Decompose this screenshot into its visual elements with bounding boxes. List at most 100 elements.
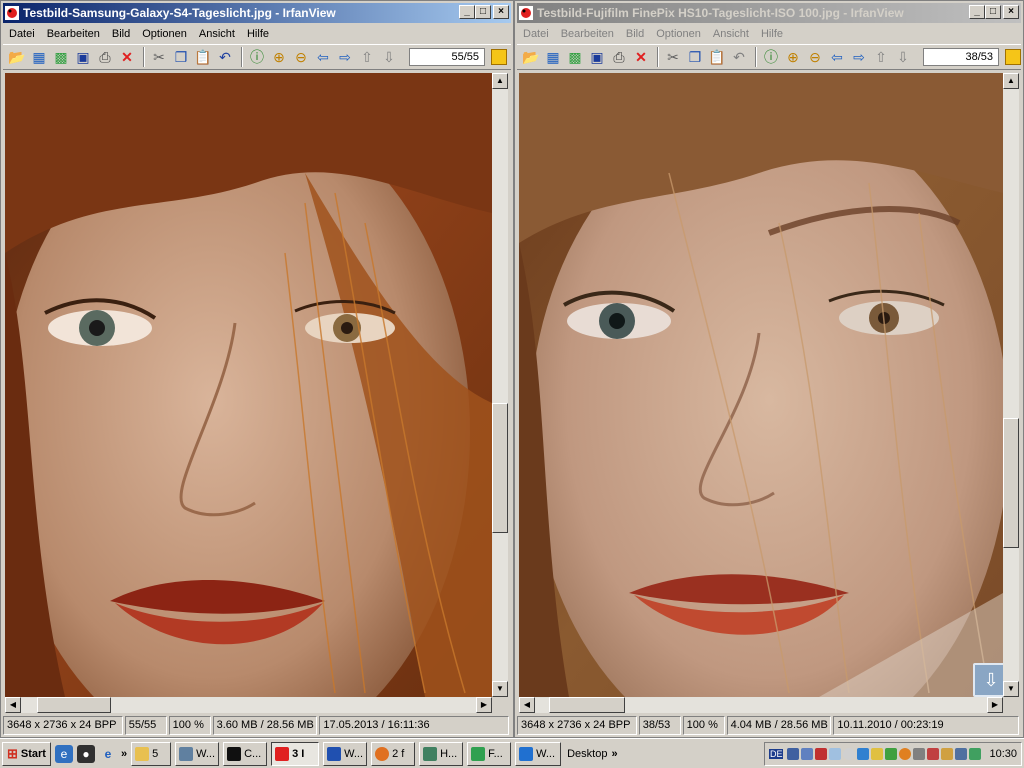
scroll-left-button[interactable]: ◀ (519, 697, 535, 713)
scroll-left-button[interactable]: ◀ (5, 697, 21, 713)
menu-ansicht[interactable]: Ansicht (193, 28, 241, 40)
zoom-out-icon[interactable]: ⊖ (291, 47, 311, 67)
task-button-browser[interactable]: W... (515, 741, 562, 766)
task-button-app-f[interactable]: F... (467, 741, 512, 766)
paste-icon[interactable]: 📋 (193, 47, 213, 67)
delete-icon[interactable]: ✕ (631, 47, 651, 67)
close-button[interactable]: × (1003, 5, 1019, 19)
minimize-button[interactable]: _ (459, 5, 475, 19)
print-icon[interactable]: ⎙ (609, 47, 629, 67)
info-icon[interactable]: ⓘ (761, 47, 781, 67)
open-folder-icon[interactable]: 📂 (7, 47, 27, 67)
app-tray-icon[interactable] (899, 747, 912, 760)
previous-icon[interactable]: ⇦ (827, 47, 847, 67)
settings-icon[interactable] (913, 747, 926, 760)
task-button-firefox[interactable]: 2 f (371, 741, 416, 766)
image-viewport[interactable]: ⇩ (519, 73, 1003, 697)
scroll-thumb[interactable] (37, 697, 111, 713)
page-counter-field[interactable]: 38/53 (923, 48, 999, 66)
chevron-icon[interactable]: » (611, 748, 617, 760)
menu-bearbeiten[interactable]: Bearbeiten (41, 28, 106, 40)
thumbnails-icon[interactable]: ▩ (51, 47, 71, 67)
menu-ansicht[interactable]: Ansicht (707, 28, 755, 40)
copy-icon[interactable]: ❐ (685, 47, 705, 67)
scroll-thumb[interactable] (492, 403, 508, 533)
scroll-right-button[interactable]: ▶ (476, 697, 492, 713)
checkbox-icon[interactable] (1005, 49, 1021, 65)
zoom-in-icon[interactable]: ⊕ (269, 47, 289, 67)
cut-icon[interactable]: ✂ (663, 47, 683, 67)
sync-icon[interactable] (885, 747, 898, 760)
quicklaunch-ie-icon[interactable]: e (99, 745, 117, 763)
wrench-icon[interactable] (941, 747, 954, 760)
download-button[interactable]: ⇩ (973, 663, 1003, 697)
horizontal-scrollbar[interactable]: ◀ ▶ (5, 697, 492, 713)
power-icon[interactable] (969, 747, 982, 760)
undo-icon[interactable]: ↶ (729, 47, 749, 67)
vertical-scrollbar[interactable]: ▲ ▼ (1003, 73, 1019, 697)
desktop-toolbar-label[interactable]: Desktop (567, 748, 607, 760)
image-viewport[interactable] (5, 73, 492, 697)
first-icon[interactable]: ⇧ (871, 47, 891, 67)
slideshow-icon[interactable]: ▦ (543, 47, 563, 67)
save-icon[interactable]: ▣ (587, 47, 607, 67)
monitor-icon[interactable] (801, 747, 814, 760)
display-icon[interactable] (857, 747, 870, 760)
scroll-thumb[interactable] (1003, 418, 1019, 548)
paste-icon[interactable]: 📋 (707, 47, 727, 67)
next-icon[interactable]: ⇨ (335, 47, 355, 67)
menu-bearbeiten[interactable]: Bearbeiten (555, 28, 620, 40)
menu-datei[interactable]: Datei (517, 28, 555, 40)
clock-app-icon[interactable] (843, 747, 856, 760)
clock[interactable]: 10:30 (989, 748, 1017, 760)
thumbnails-icon[interactable]: ▩ (565, 47, 585, 67)
task-button-folder[interactable]: 5 (131, 741, 172, 766)
scroll-down-button[interactable]: ▼ (492, 681, 508, 697)
network-icon[interactable] (787, 747, 800, 760)
checkbox-icon[interactable] (491, 49, 507, 65)
last-icon[interactable]: ⇩ (379, 47, 399, 67)
scroll-up-button[interactable]: ▲ (492, 73, 508, 89)
chevron-icon[interactable]: » (121, 748, 127, 760)
slideshow-icon[interactable]: ▦ (29, 47, 49, 67)
scroll-up-button[interactable]: ▲ (1003, 73, 1019, 89)
quicklaunch-explorer-icon[interactable]: e (54, 744, 73, 763)
task-button-word[interactable]: W... (323, 741, 368, 766)
horizontal-scrollbar[interactable]: ◀ ▶ (519, 697, 1003, 713)
irfanview-window-left[interactable]: Testbild-Samsung-Galaxy-S4-Tageslicht.jp… (0, 0, 514, 738)
menu-hilfe[interactable]: Hilfe (755, 28, 789, 40)
zoom-in-icon[interactable]: ⊕ (783, 47, 803, 67)
copy-icon[interactable]: ❐ (171, 47, 191, 67)
quicklaunch-media-icon[interactable]: ● (76, 744, 95, 763)
task-button-irfanview[interactable]: 3 I (271, 741, 320, 766)
scroll-right-button[interactable]: ▶ (987, 697, 1003, 713)
previous-icon[interactable]: ⇦ (313, 47, 333, 67)
title-bar[interactable]: Testbild-Fujifilm FinePix HS10-Tageslich… (517, 3, 1021, 23)
page-counter-field[interactable]: 55/55 (409, 48, 485, 66)
open-folder-icon[interactable]: 📂 (521, 47, 541, 67)
print-icon[interactable]: ⎙ (95, 47, 115, 67)
close-button[interactable]: × (493, 5, 509, 19)
menu-optionen[interactable]: Optionen (136, 28, 193, 40)
maximize-button[interactable]: □ (985, 5, 1001, 19)
maximize-button[interactable]: □ (475, 5, 491, 19)
volume-icon[interactable] (955, 747, 968, 760)
chat-icon[interactable] (829, 747, 842, 760)
menu-bild[interactable]: Bild (106, 28, 136, 40)
zoom-out-icon[interactable]: ⊖ (805, 47, 825, 67)
scroll-thumb[interactable] (549, 697, 625, 713)
info-icon[interactable]: ⓘ (247, 47, 267, 67)
save-icon[interactable]: ▣ (73, 47, 93, 67)
cut-icon[interactable]: ✂ (149, 47, 169, 67)
menu-optionen[interactable]: Optionen (650, 28, 707, 40)
start-button[interactable]: ⊞ Start (2, 741, 51, 766)
menu-bild[interactable]: Bild (620, 28, 650, 40)
next-icon[interactable]: ⇨ (849, 47, 869, 67)
antivirus-icon[interactable] (927, 747, 940, 760)
task-button-window[interactable]: W... (175, 741, 220, 766)
menu-hilfe[interactable]: Hilfe (241, 28, 275, 40)
task-button-app-h[interactable]: H... (419, 741, 464, 766)
first-icon[interactable]: ⇧ (357, 47, 377, 67)
shield-icon[interactable] (815, 747, 828, 760)
task-button-cmd[interactable]: C... (223, 741, 268, 766)
